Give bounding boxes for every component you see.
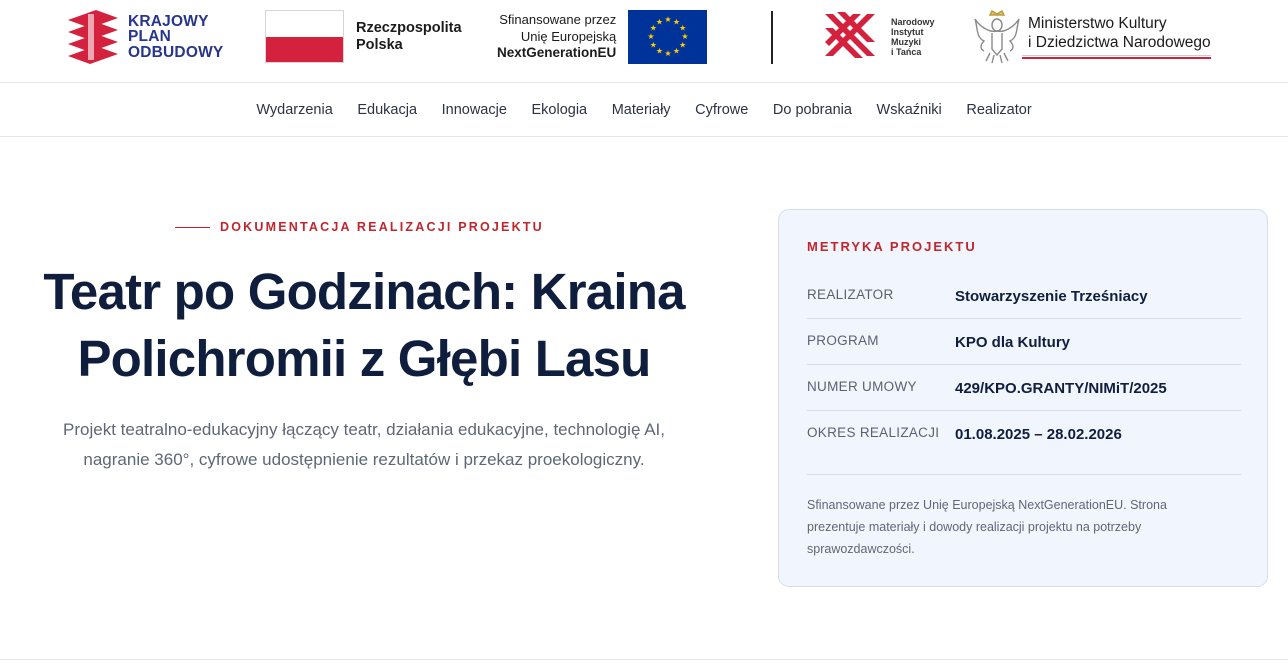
metadata-value: KPO dla Kultury <box>955 334 1071 351</box>
nav-item-realizator[interactable]: Realizator <box>966 102 1031 118</box>
page-title: Teatr po Godzinach: Kraina Polichromii z… <box>20 258 708 392</box>
metadata-row-realizator: REALIZATOR Stowarzyszenie Trześniacy <box>807 273 1241 319</box>
kpo-logo-text: KRAJOWY PLAN ODBUDOWY <box>128 12 224 61</box>
metadata-label: PROGRAM <box>807 333 879 348</box>
eu-funding-text: Sfinansowane przez Unię Europejską NextG… <box>497 12 617 61</box>
mkidn-logo[interactable]: Ministerstwo Kultury i Dziedzictwa Narod… <box>972 8 1211 66</box>
metadata-label: REALIZATOR <box>807 287 894 302</box>
nav-item-edukacja[interactable]: Edukacja <box>357 102 417 118</box>
metadata-value: 429/KPO.GRANTY/NIMiT/2025 <box>955 380 1167 397</box>
metadata-label: NUMER UMOWY <box>807 379 917 394</box>
metadata-value: Stowarzyszenie Trześniacy <box>955 288 1148 305</box>
card-divider <box>807 474 1241 475</box>
nav-item-ekologia[interactable]: Ekologia <box>532 102 588 118</box>
metadata-label: OKRES REALIZACJI <box>807 425 940 440</box>
svg-text:★: ★ <box>664 15 671 24</box>
eu-flag-icon: ★ ★ ★ ★ ★ ★ ★ ★ ★ ★ ★ ★ <box>628 10 708 64</box>
rzeczpospolita-text: Rzeczpospolita Polska <box>356 19 462 53</box>
kpo-emblem-icon <box>68 10 118 64</box>
section-divider <box>0 659 1288 660</box>
card-title: METRYKA PROJEKTU <box>807 239 977 254</box>
svg-text:★: ★ <box>656 47 663 56</box>
svg-text:★: ★ <box>649 41 656 50</box>
nimit-emblem-icon <box>825 12 875 58</box>
svg-text:★: ★ <box>679 41 686 50</box>
polish-eagle-icon <box>974 10 1020 64</box>
mkidn-text: Ministerstwo Kultury i Dziedzictwa Narod… <box>1028 15 1211 51</box>
mkidn-text-block: Ministerstwo Kultury i Dziedzictwa Narod… <box>1022 15 1211 59</box>
eu-funding-logo[interactable]: Sfinansowane przez Unię Europejską NextG… <box>497 10 708 64</box>
nav-item-wskazniki[interactable]: Wskaźniki <box>877 102 942 118</box>
svg-text:★: ★ <box>656 17 663 26</box>
eyebrow-rule <box>175 226 210 228</box>
metadata-row-okres-realizacji: OKRES REALIZACJI 01.08.2025 – 28.02.2026 <box>807 411 1241 457</box>
page-title-line-2: Polichromii z Głębi Lasu <box>77 330 651 387</box>
nimit-logo[interactable]: Narodowy Instytut Muzyki i Tańca <box>823 10 935 64</box>
nav-item-innowacje[interactable]: Innowacje <box>442 102 507 118</box>
polish-flag-icon <box>265 10 344 63</box>
project-metadata-card: METRYKA PROJEKTU REALIZATOR Stowarzyszen… <box>778 209 1268 587</box>
page-title-line-1: Teatr po Godzinach: Kraina <box>43 263 685 320</box>
eyebrow-text: DOKUMENTACJA REALIZACJI PROJEKTU <box>220 220 544 234</box>
metadata-row-program: PROGRAM KPO dla Kultury <box>807 319 1241 365</box>
nimit-text: Narodowy Instytut Muzyki i Tańca <box>891 17 935 57</box>
hero-eyebrow: DOKUMENTACJA REALIZACJI PROJEKTU <box>175 220 544 234</box>
funding-note: Sfinansowane przez Unię Europejską NextG… <box>807 498 1167 556</box>
main-nav: Wydarzenia Edukacja Innowacje Ekologia M… <box>0 83 1288 137</box>
metadata-list: REALIZATOR Stowarzyszenie Trześniacy PRO… <box>807 273 1241 457</box>
mkidn-flag-stripe <box>1022 55 1211 59</box>
rzeczpospolita-logo[interactable]: Rzeczpospolita Polska <box>265 10 462 63</box>
svg-text:★: ★ <box>647 32 654 41</box>
logo-separator <box>771 11 773 64</box>
svg-text:★: ★ <box>664 49 671 58</box>
nav-item-materialy[interactable]: Materiały <box>612 102 671 118</box>
kpo-logo[interactable]: KRAJOWY PLAN ODBUDOWY <box>68 10 223 64</box>
nav-item-wydarzenia[interactable]: Wydarzenia <box>256 102 332 118</box>
nav-item-do-pobrania[interactable]: Do pobrania <box>773 102 852 118</box>
logo-bar: KRAJOWY PLAN ODBUDOWY Rzeczpospolita Pol… <box>0 0 1288 83</box>
metadata-value: 01.08.2025 – 28.02.2026 <box>955 426 1122 443</box>
nav-item-cyfrowe[interactable]: Cyfrowe <box>695 102 748 118</box>
metadata-row-numer-umowy: NUMER UMOWY 429/KPO.GRANTY/NIMiT/2025 <box>807 365 1241 411</box>
svg-text:★: ★ <box>673 47 680 56</box>
hero-description: Projekt teatralno-edukacyjny łączący tea… <box>63 420 665 469</box>
